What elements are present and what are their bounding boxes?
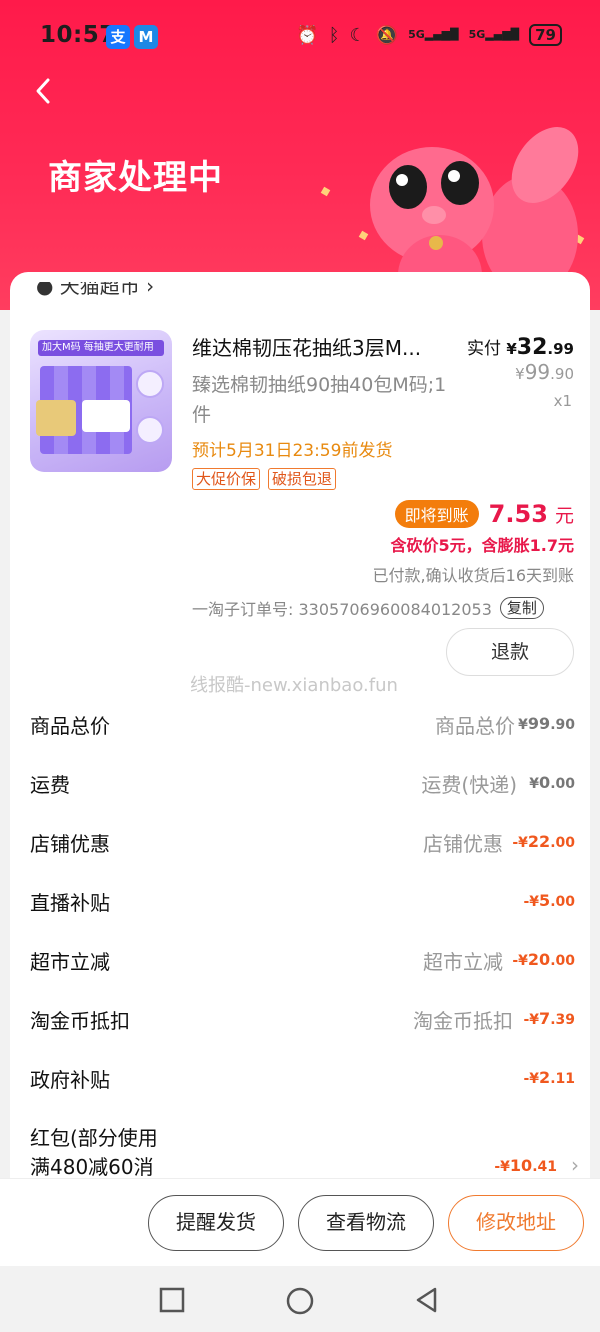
quantity: x1 (553, 392, 572, 410)
paid-price: 实付 ¥32.99 (466, 335, 574, 360)
tag-price-protect: 大促价保 (192, 468, 261, 490)
order-card: ● 天猫超市 › 加大M码 每抽更大更耐用 维达棉韧压花抽纸3层M... 臻选棉… (10, 272, 590, 1232)
fee-row-shop-discount: 店铺优惠 店铺优惠 -¥22.00 (30, 832, 575, 856)
alipay-badge-icon: 支 (106, 25, 130, 49)
chevron-right-icon: › (571, 1153, 579, 1177)
suborder-number: 一淘子订单号: 3305706960084012053 复制 (192, 596, 544, 620)
back-button[interactable] (26, 74, 60, 108)
fee-row-gov-subsidy: 政府补贴 -¥2.11 (30, 1068, 575, 1092)
ship-estimate: 预计5月31日23:59前发货 (192, 441, 393, 461)
remind-ship-button[interactable]: 提醒发货 (148, 1195, 284, 1251)
tag-damage-return: 破损包退 (268, 468, 337, 490)
shop-row-clipped: ● 天猫超市 › (36, 282, 155, 296)
fee-row-market-discount: 超市立减 超市立减 -¥20.00 (30, 950, 575, 974)
product-image-circle (136, 416, 164, 444)
system-nav-bar (0, 1266, 600, 1332)
product-spec: 臻选棉韧抽纸90抽40包M码;1件 (192, 374, 447, 426)
status-bar: 10:57 支 M ⏰ ᛒ ☾ 🔕 5G▂▄▆█ 5G▂▄▆█ 79 (0, 18, 600, 58)
fee-row-live-subsidy: 直播补贴 -¥5.00 (30, 891, 575, 915)
cashback-unit: 元 (554, 505, 574, 527)
cashback-amount: 7.53 (488, 500, 548, 528)
bluetooth-icon: ᛒ (328, 24, 340, 46)
fee-row-shipping: 运费 运费(快递) ¥0.00 (30, 773, 575, 797)
service-tags: 大促价保 破损包退 (192, 468, 337, 490)
product-title[interactable]: 维达棉韧压花抽纸3层M... (192, 332, 462, 361)
fee-row-red-packet[interactable]: 红包(部分使用 满480减60消 -¥10.41 › (30, 1122, 579, 1182)
signal-5g-icon-2: 5G▂▄▆█ (468, 28, 520, 41)
product-image-tissue (82, 400, 130, 432)
system-icons: ⏰ ᛒ ☾ 🔕 5G▂▄▆█ 5G▂▄▆█ 79 (296, 24, 562, 46)
bottom-action-bar: 提醒发货 查看物流 修改地址 (0, 1178, 600, 1266)
product-image-circle (136, 370, 164, 398)
cashback-row: 即将到账 7.53 元 (394, 500, 574, 528)
chevron-left-icon (36, 78, 50, 104)
product-image-banner: 加大M码 每抽更大更耐用 (38, 340, 164, 356)
cashback-badge: 即将到账 (394, 500, 479, 528)
change-address-button[interactable]: 修改地址 (448, 1195, 584, 1251)
recents-square-icon[interactable] (158, 1286, 186, 1314)
app-m-badge-icon: M (134, 25, 158, 49)
fee-row-total: 商品总价 商品总价 ¥99.90 (30, 714, 575, 738)
home-circle-icon[interactable] (285, 1286, 315, 1316)
settle-note: 已付款,确认收货后16天到账 (372, 566, 574, 585)
cashback-breakdown: 含砍价5元，含膨胀1.7元 (390, 536, 574, 555)
product-image[interactable]: 加大M码 每抽更大更耐用 (30, 330, 172, 472)
original-price: ¥99.90 (515, 360, 574, 384)
fee-row-coin-deduction: 淘金币抵扣 淘金币抵扣 -¥7.39 (30, 1009, 575, 1033)
alarm-icon: ⏰ (296, 24, 319, 46)
status-time: 10:57 (40, 22, 116, 48)
battery-icon: 79 (529, 24, 562, 46)
copy-button[interactable]: 复制 (499, 597, 544, 619)
mute-icon: 🔕 (375, 24, 399, 46)
moon-icon: ☾ (349, 24, 366, 46)
product-image-pack (36, 400, 76, 436)
refund-button[interactable]: 退款 (446, 628, 574, 676)
page-title: 商家处理中 (48, 158, 223, 198)
signal-5g-icon: 5G▂▄▆█ (408, 28, 459, 41)
back-triangle-icon[interactable] (413, 1286, 441, 1314)
header-banner: 10:57 支 M ⏰ ᛒ ☾ 🔕 5G▂▄▆█ 5G▂▄▆█ 79 商家处理中 (0, 0, 600, 310)
confetti-decoration (320, 186, 331, 197)
view-logistics-button[interactable]: 查看物流 (298, 1195, 434, 1251)
